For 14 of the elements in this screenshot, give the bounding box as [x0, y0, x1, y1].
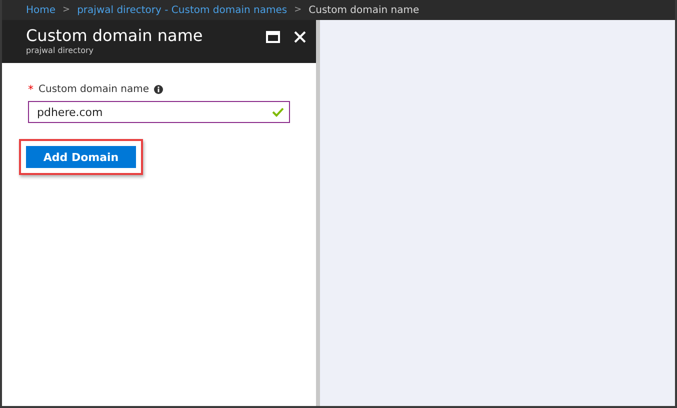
breadcrumb-link[interactable]: Custom domain name: [308, 4, 420, 16]
breadcrumb-separator: >: [294, 5, 302, 15]
breadcrumb-separator: >: [62, 5, 70, 15]
field-label: Custom domain name: [38, 84, 149, 95]
breadcrumb-link[interactable]: Home: [26, 4, 56, 16]
domain-input-field[interactable]: pdhere.com: [28, 101, 290, 123]
close-icon[interactable]: [294, 31, 306, 43]
info-icon: [154, 85, 163, 94]
add-domain-button[interactable]: Add Domain: [26, 146, 136, 168]
breadcrumb-link[interactable]: prajwal directory - Custom domain names: [77, 4, 288, 16]
maximize-icon[interactable]: [266, 31, 280, 43]
blade-title: Custom domain name: [26, 26, 204, 46]
blade-subtitle: prajwal directory: [26, 46, 94, 55]
required-mark: *: [28, 83, 34, 96]
